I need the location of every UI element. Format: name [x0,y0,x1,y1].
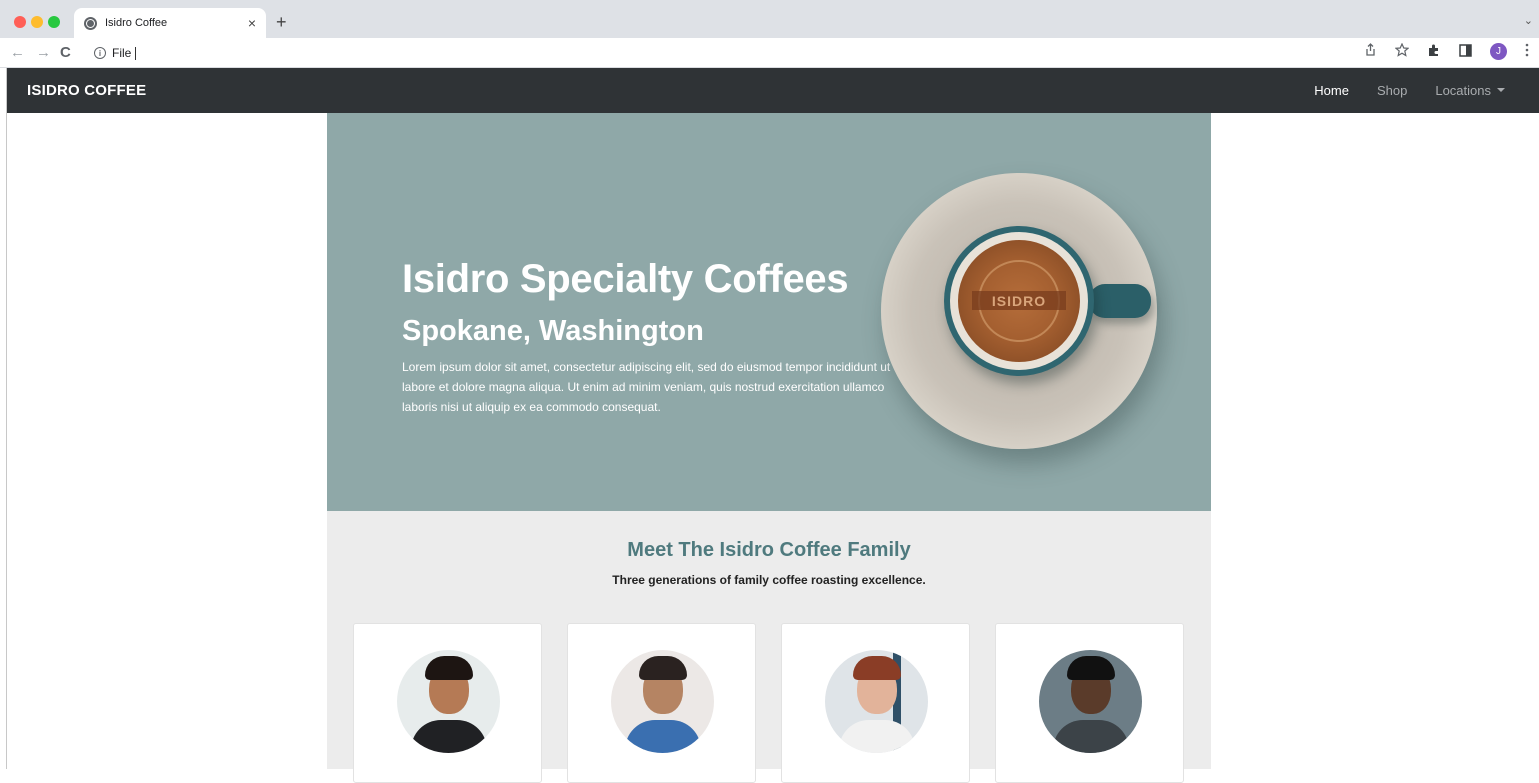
nav-links: Home Shop Locations [1314,68,1505,113]
browser-tab[interactable]: Isidro Coffee × [74,8,266,38]
family-card [353,623,542,783]
forward-button[interactable]: → [36,44,51,61]
tab-strip: Isidro Coffee × + ⌄ [0,0,1539,38]
hero-banner: Isidro Specialty Coffees Spokane, Washin… [327,113,1211,511]
minimize-window-button[interactable] [31,16,43,28]
cup-logo: ISIDRO [972,291,1066,310]
maximize-window-button[interactable] [48,16,60,28]
tab-title: Isidro Coffee [105,17,168,29]
avatar [825,650,928,753]
cup-handle [1089,284,1151,318]
text-caret [135,46,137,60]
back-button[interactable]: ← [10,44,25,61]
toolbar-icons: J [1364,42,1529,60]
avatar [611,650,714,753]
nav-shop[interactable]: Shop [1377,83,1407,98]
profile-avatar[interactable]: J [1490,43,1507,60]
star-icon[interactable] [1394,42,1410,60]
address-bar[interactable]: i File [86,42,1366,64]
menu-icon[interactable] [1525,43,1529,60]
nav-locations: Locations [1435,82,1491,98]
avatar [1039,650,1142,753]
family-card [995,623,1184,783]
family-title: Meet The Isidro Coffee Family [627,539,911,561]
browser-toolbar: ← → C i File J [0,38,1539,68]
hero-title: Isidro Specialty Coffees [402,257,849,301]
tab-search-icon[interactable]: ⌄ [1524,14,1533,27]
new-tab-button[interactable]: + [276,12,287,33]
close-window-button[interactable] [14,16,26,28]
extensions-icon[interactable] [1427,43,1441,60]
family-subtitle: Three generations of family coffee roast… [612,573,926,587]
sidepanel-icon[interactable] [1459,43,1472,60]
family-card [781,623,970,783]
tab-close-icon[interactable]: × [248,15,256,31]
globe-icon [84,16,97,30]
browser-chrome: Isidro Coffee × + ⌄ ← → C i File J [0,0,1539,68]
page-edge [0,68,7,769]
share-icon[interactable] [1364,43,1377,60]
nav-home[interactable]: Home [1314,83,1349,98]
site-navbar: ISIDRO COFFEE Home Shop Locations [7,68,1539,113]
caret-down-icon [1497,88,1505,93]
info-icon[interactable]: i [94,47,106,59]
family-card [567,623,756,783]
address-text: File [112,46,132,60]
hero-subtitle: Spokane, Washington [402,315,704,347]
avatar [397,650,500,753]
site-brand[interactable]: ISIDRO COFFEE [27,82,146,99]
family-section: Meet The Isidro Coffee Family Three gene… [327,511,1211,783]
nav-locations-dropdown[interactable]: Locations [1435,82,1505,100]
reload-button[interactable]: C [60,44,71,61]
hero-description: Lorem ipsum dolor sit amet, consectetur … [402,360,891,414]
